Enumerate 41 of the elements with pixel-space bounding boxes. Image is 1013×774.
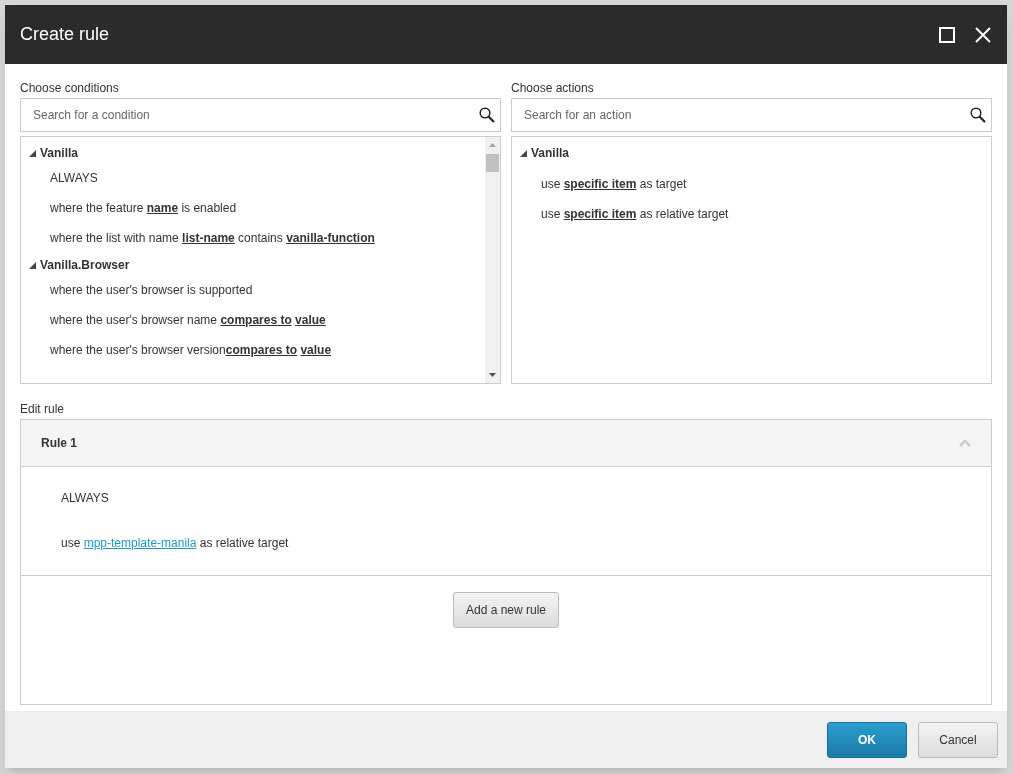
scrollbar-drawing[interactable] (485, 137, 500, 384)
group-label[interactable]: Vanilla (531, 144, 570, 163)
parameter-link[interactable]: specific item (563, 207, 637, 222)
search-icon[interactable] (970, 107, 986, 124)
parameter-link[interactable]: specific item (563, 177, 637, 192)
item-text[interactable]: where the list with name list-name contains vanilla-function (50, 229, 375, 248)
parameter-link[interactable]: name (146, 201, 179, 216)
item-text[interactable]: use specific item as relative target (541, 205, 729, 224)
item-text[interactable]: where the user's browser versioncompares to value (50, 341, 332, 360)
item-text[interactable]: use specific item as target (541, 175, 687, 194)
search-field[interactable]: Search for a condition (20, 98, 501, 133)
search-field[interactable]: Search for an action (511, 98, 992, 133)
item-text[interactable]: ALWAYS (50, 169, 98, 188)
collapse-triangle-icon[interactable] (29, 150, 36, 157)
cancel-button[interactable]: Cancel (918, 721, 998, 758)
parameter-link[interactable]: compares to (220, 313, 292, 328)
item-text[interactable]: ALWAYS (61, 489, 109, 507)
search-icon[interactable] (479, 107, 495, 124)
item-text[interactable]: where the user's browser name compares to value (50, 311, 326, 330)
collapse-triangle-icon[interactable] (29, 262, 36, 269)
ok-button[interactable]: OK (827, 721, 907, 758)
parameter-link[interactable]: compares to (225, 343, 298, 358)
dialog-title: Create rule (20, 23, 111, 47)
maximize-icon[interactable] (939, 26, 955, 43)
section-label: Edit rule (20, 401, 66, 419)
group-label[interactable]: Vanilla.Browser (40, 256, 130, 275)
add-rule-button[interactable]: Add a new rule (452, 592, 560, 629)
collapse-triangle-icon[interactable] (520, 150, 527, 157)
item-text[interactable]: use mpp-template-manila as relative target (61, 534, 289, 552)
item-text[interactable]: where the feature name is enabled (50, 199, 237, 218)
rule-header[interactable]: Rule 1 (21, 420, 991, 468)
parameter-link[interactable]: value (300, 343, 332, 358)
section-label: Choose conditions (20, 80, 120, 98)
close-icon[interactable] (975, 26, 991, 43)
parameter-link[interactable]: list-name (182, 231, 235, 246)
rule-title: Rule 1 (41, 435, 78, 453)
parameter-link[interactable]: vanilla-function (286, 231, 375, 246)
item-text[interactable]: where the user's browser is supported (50, 281, 253, 300)
parameter-link[interactable]: value (295, 313, 326, 328)
group-label[interactable]: Vanilla (40, 144, 79, 163)
section-label: Choose actions (511, 80, 595, 98)
